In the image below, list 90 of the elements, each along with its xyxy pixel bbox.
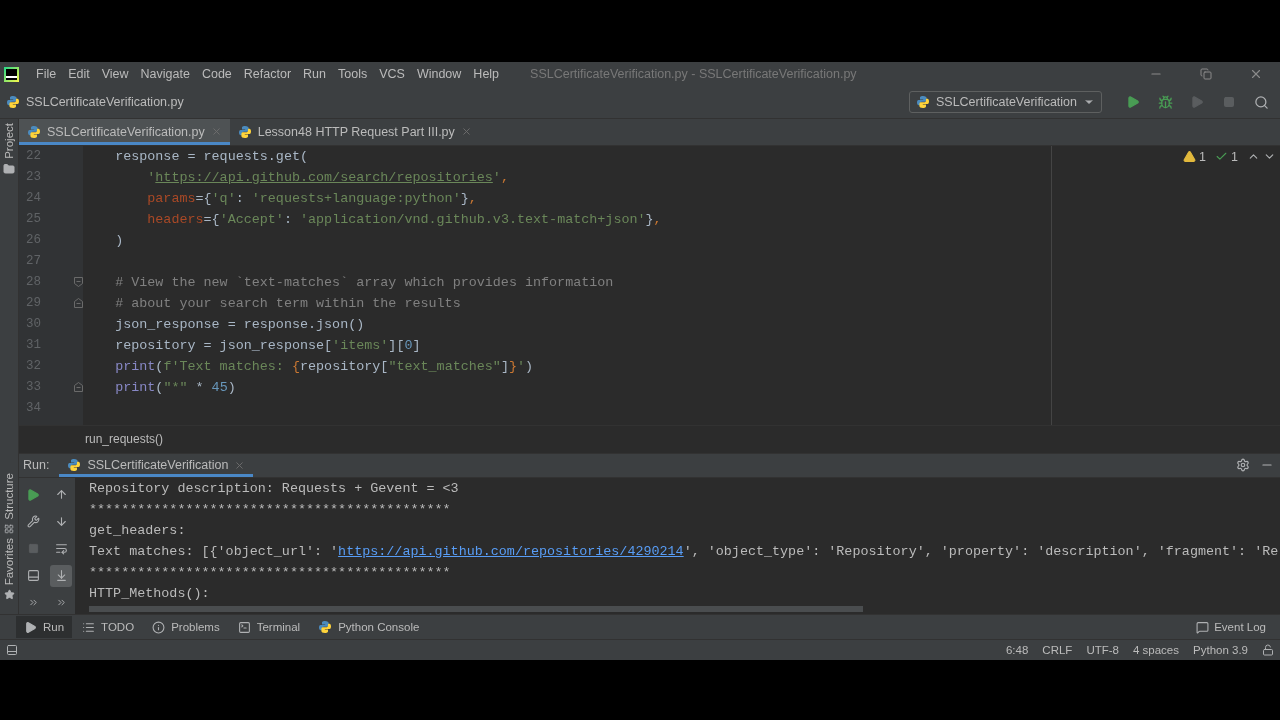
warning-count: 1 <box>1199 149 1207 164</box>
console-line: Repository description: Requests + Gevent = <3 <box>89 480 459 496</box>
project-tool-tab[interactable]: Project <box>3 119 15 163</box>
status-item[interactable]: 6:48 <box>1005 644 1029 656</box>
play-icon <box>24 620 37 634</box>
panel-toggle-icon[interactable] <box>6 644 18 656</box>
window-title: SSLCertificateVerification.py - SSLCertificateVerification.py <box>530 67 858 81</box>
debug-icon[interactable] <box>1157 94 1173 110</box>
code-line: ) <box>114 232 124 248</box>
warning-icon[interactable] <box>1183 150 1197 164</box>
layout-icon[interactable] <box>26 569 40 583</box>
wrench-icon[interactable] <box>26 515 40 529</box>
link[interactable]: https://api.github.com/search/repositories <box>155 169 493 185</box>
scrollbar[interactable] <box>89 606 863 612</box>
restore-icon[interactable] <box>1200 68 1212 80</box>
menu-item[interactable]: Tools <box>333 67 373 81</box>
python-file-icon <box>6 95 20 109</box>
status-item[interactable]: CRLF <box>1042 644 1073 656</box>
list-icon <box>82 620 96 634</box>
code-line: print(f'Text matches: {repository["text_matches"]}') <box>114 358 534 374</box>
tool-window-tab[interactable]: Problems <box>144 616 228 638</box>
lock-icon[interactable] <box>1262 644 1274 656</box>
console-line: ********************************************* <box>89 501 451 517</box>
status-item[interactable]: UTF-8 <box>1086 644 1119 656</box>
console-line: Text matches: [{'object_url': 'https://api.github.com/repositories/4290214', 'object_type': 'Repository', 'property': 'description', 'fragment': 'Re <box>89 543 1279 559</box>
app-logo <box>4 66 19 82</box>
python-icon <box>67 458 82 473</box>
rerun-icon[interactable] <box>26 487 40 502</box>
structure-icon[interactable] <box>4 523 14 534</box>
breadcrumb[interactable]: run_requests() <box>85 432 164 447</box>
close-icon[interactable] <box>460 126 472 138</box>
fold-icon[interactable] <box>74 277 83 288</box>
code-line: params={'q': 'requests+language:python'}, <box>146 190 477 206</box>
code-line: # View the new `text-matches` array which provides information <box>114 274 614 290</box>
run-config-dropdown[interactable]: SSLCertificateVerification <box>908 91 1102 113</box>
code-line: print("*" * 45) <box>114 379 236 395</box>
close-icon[interactable] <box>1249 67 1263 81</box>
code-line: json_response = response.json() <box>114 316 365 332</box>
tool-window-tab[interactable]: Favorites <box>3 533 15 589</box>
fold-icon[interactable] <box>74 382 83 393</box>
panel-title: Run: <box>23 458 50 473</box>
up-arrow-icon[interactable] <box>54 488 68 502</box>
close-icon[interactable] <box>234 459 246 471</box>
run-icon[interactable] <box>1126 95 1140 109</box>
search-icon[interactable] <box>1253 94 1269 110</box>
status-item[interactable]: 4 spaces <box>1133 644 1179 656</box>
file-breadcrumb[interactable]: SSLCertificateVerification.py <box>26 95 903 109</box>
info-icon <box>152 620 166 634</box>
python-file-icon <box>237 124 252 139</box>
menu-item[interactable]: View <box>96 67 134 81</box>
settings-icon[interactable] <box>1236 458 1250 473</box>
menu-item[interactable]: Window <box>411 67 467 81</box>
down-arrow-icon[interactable] <box>54 515 68 529</box>
menu-item[interactable]: VCS <box>374 67 410 81</box>
menu-item[interactable]: Edit <box>63 67 95 81</box>
scroll-to-end-icon[interactable] <box>54 569 68 583</box>
editor-tab[interactable]: SSLCertificateVerification.py <box>19 119 230 145</box>
fold-icon[interactable] <box>74 298 83 309</box>
speech-bubble-icon <box>1196 620 1210 634</box>
console-line: HTTP_Methods(): <box>89 585 210 601</box>
terminal-icon <box>237 620 251 634</box>
soft-wrap-icon[interactable] <box>54 542 68 556</box>
menu-item[interactable]: Refactor <box>238 67 297 81</box>
menu-item[interactable]: File <box>31 67 62 81</box>
menu-item[interactable]: Code <box>196 67 237 81</box>
menu-item[interactable]: Run <box>298 67 331 81</box>
python-icon <box>915 95 930 109</box>
event-log-button[interactable]: Event Log <box>1196 620 1280 634</box>
python-file-icon <box>27 124 41 139</box>
folder-icon[interactable] <box>3 162 15 175</box>
link[interactable]: https://api.github.com/repositories/4290214 <box>338 543 684 559</box>
console-line: ********************************************* <box>89 564 451 580</box>
python-icon <box>318 620 333 634</box>
tool-window-tab[interactable]: Terminal <box>229 616 309 638</box>
status-item[interactable]: Python 3.9 <box>1193 644 1248 656</box>
code-line: 'https://api.github.com/search/repositories', <box>146 169 509 185</box>
tool-window-tab[interactable]: TODO <box>74 616 143 638</box>
typo-count: 1 <box>1231 149 1238 164</box>
menu-item[interactable]: Help <box>468 67 505 81</box>
tool-window-tab[interactable]: Structure <box>3 469 15 524</box>
menu-item[interactable]: Navigate <box>135 67 195 81</box>
run-configuration-tab[interactable]: SSLCertificateVerification <box>59 453 254 477</box>
code-line: response = requests.get( <box>114 148 308 164</box>
code-line: headers={'Accept': 'application/vnd.github.v3.text-match+json'}, <box>146 211 662 227</box>
star-icon[interactable] <box>3 589 15 600</box>
code-line: repository = json_response['items'][0] <box>114 337 421 353</box>
tool-window-tab[interactable]: Python Console <box>310 616 428 638</box>
console-line: get_headers: <box>89 522 186 538</box>
tool-window-tab[interactable]: Run <box>16 616 73 638</box>
code-line: # about your search term within the results <box>114 295 461 311</box>
